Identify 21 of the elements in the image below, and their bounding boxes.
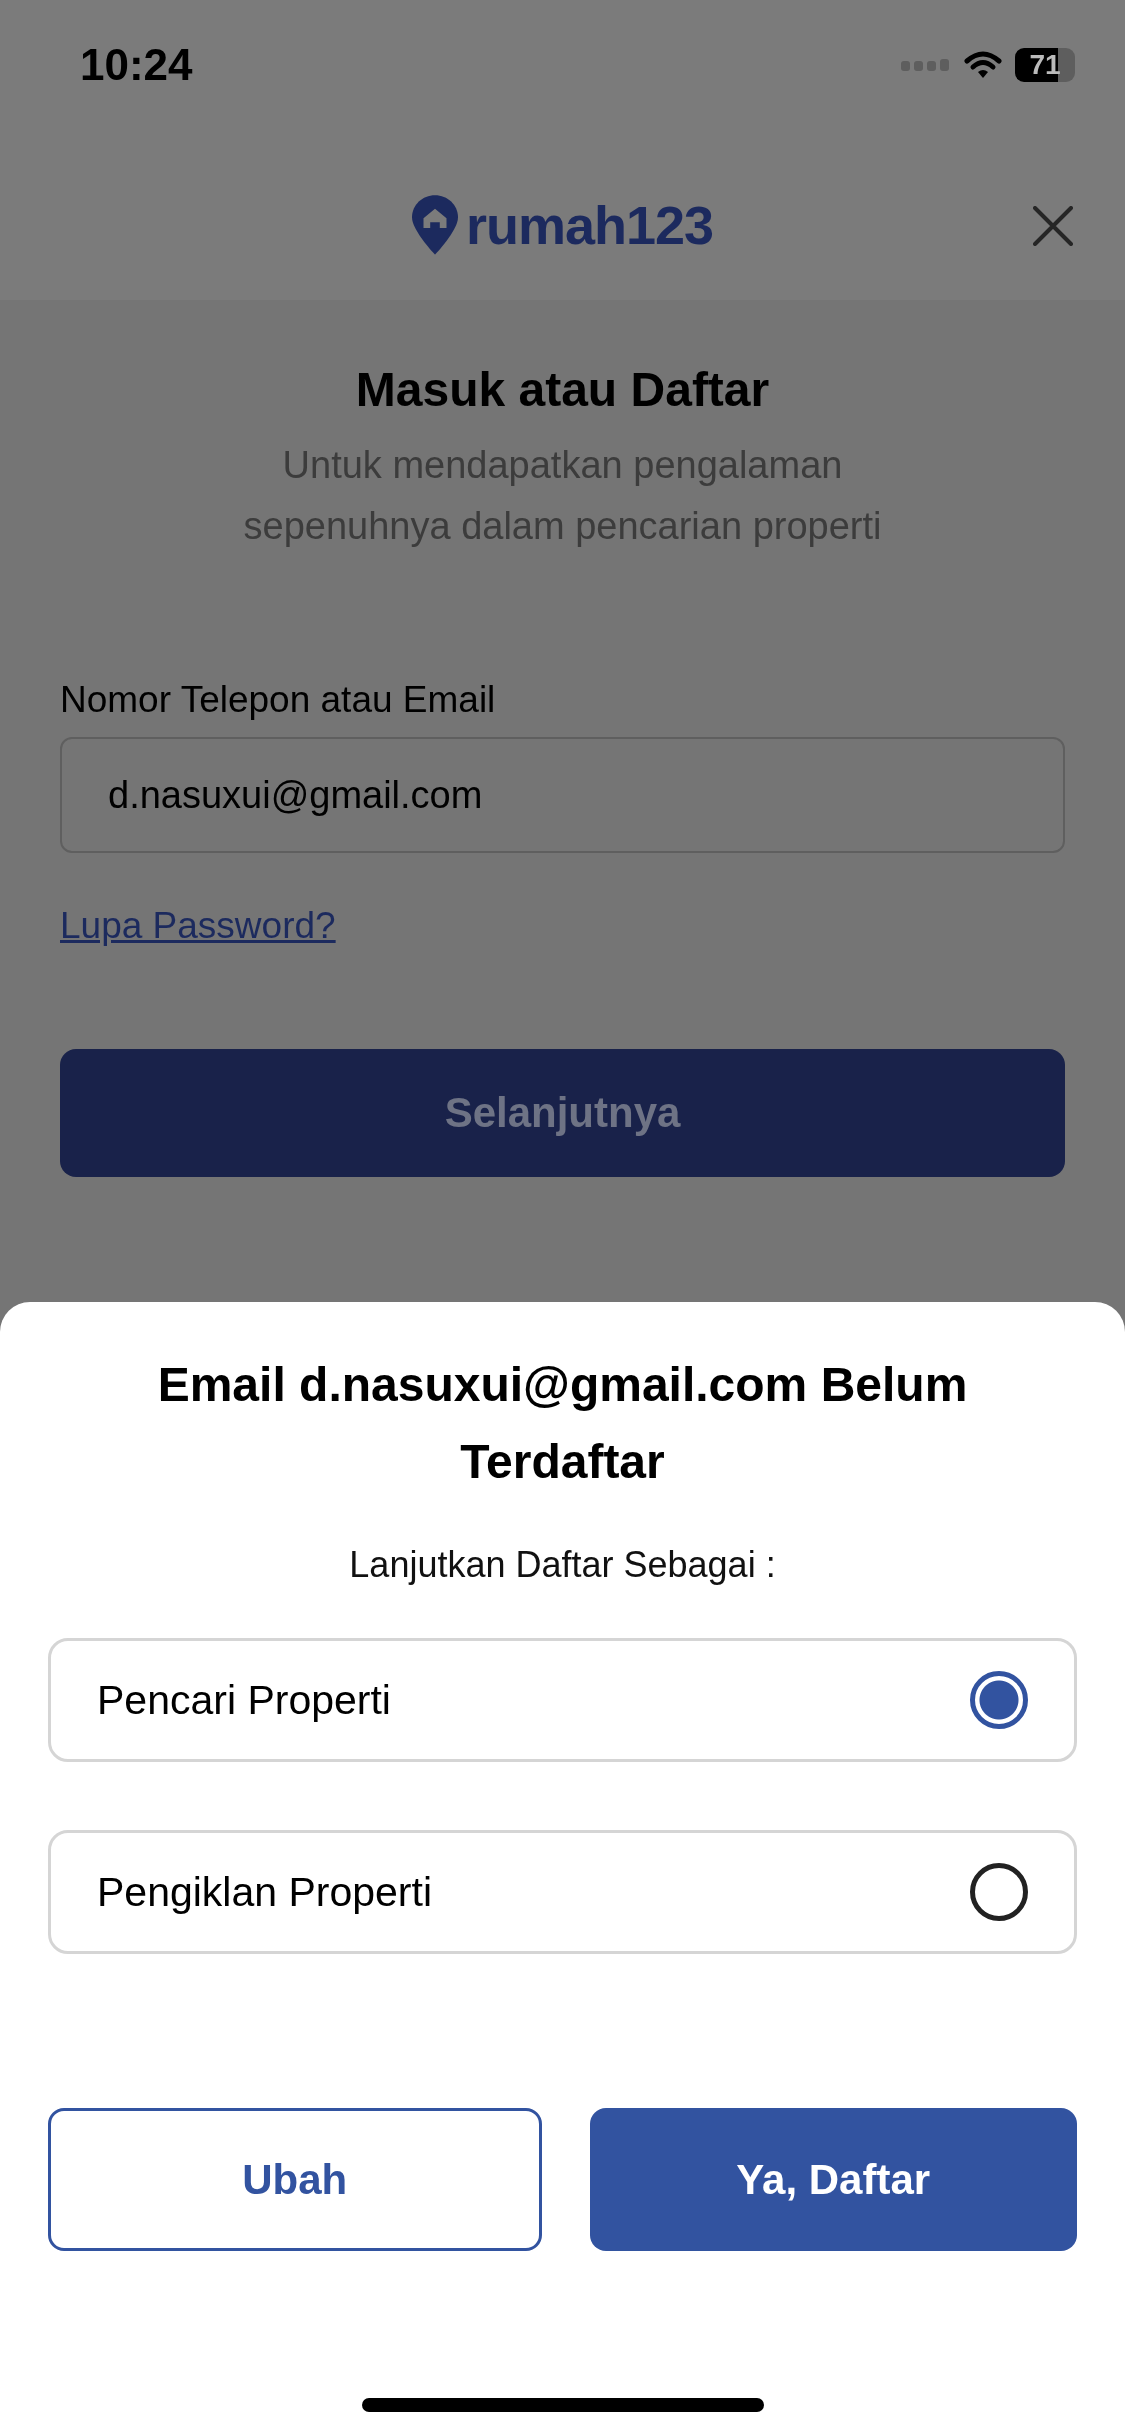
sheet-prompt: Lanjutkan Daftar Sebagai : (348, 1544, 777, 1586)
option-label: Pencari Properti (97, 1676, 391, 1724)
page-title: Masuk atau Daftar (354, 362, 771, 417)
radio-option[interactable]: Pengiklan Properti (48, 1830, 1077, 1954)
battery-icon: 71 (1015, 48, 1075, 82)
page-subtitle: Untuk mendapatkan pengalaman sepenuhnya dalam pencarian properti (242, 443, 883, 549)
input-field[interactable]: d.nasuxui@gmail.com (60, 737, 1065, 853)
wifi-icon (963, 50, 1003, 80)
change-button[interactable]: Ubah (48, 2108, 542, 2251)
radio-button[interactable] (970, 1863, 1028, 1921)
close-icon[interactable] (1033, 206, 1073, 246)
confirm-button[interactable]: Ya, Daftar (589, 2108, 1077, 2251)
status-time: 10:24 (80, 40, 193, 90)
signal-icon (901, 57, 951, 73)
option-label: Pengiklan Properti (97, 1868, 433, 1916)
logo-text: rumah123 (465, 194, 714, 256)
house-pin-icon (411, 195, 458, 255)
field-label: Nomor Telepon atau Email (60, 679, 497, 721)
radio-button[interactable] (970, 1671, 1028, 1729)
sheet-title: Email d.nasuxui@gmail.com Belum Terdaftar (156, 1357, 969, 1490)
radio-option[interactable]: Pencari Properti (48, 1638, 1077, 1762)
